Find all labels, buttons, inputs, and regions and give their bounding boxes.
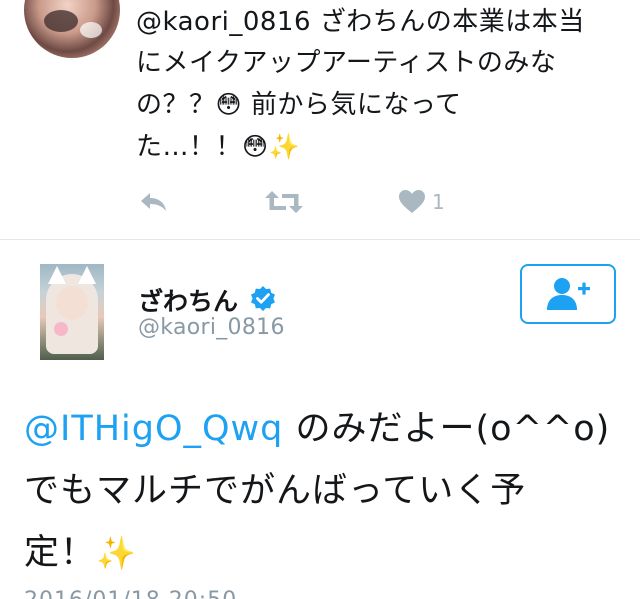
heart-icon bbox=[399, 190, 425, 213]
reply-button[interactable] bbox=[138, 184, 170, 220]
tweet-text: @ITHigO_Qwq のみだよー(o^^o) でもマルチでがんばっていく予 定… bbox=[24, 398, 624, 584]
avatar-detail bbox=[80, 22, 102, 38]
reply-text-line1: @kaori_0816 ざわちんの本業は本当 bbox=[136, 7, 585, 37]
tweet-text-line2: でもマルチでがんばっていく予 bbox=[24, 471, 527, 511]
display-name[interactable]: ざわちん bbox=[138, 282, 238, 318]
flushed-face-emoji: 😳 bbox=[242, 132, 269, 161]
reply-icon bbox=[141, 193, 166, 211]
avatar-detail bbox=[44, 10, 78, 32]
reply-text-line3a: の？？ bbox=[136, 90, 216, 120]
main-tweet: ざわちん @kaori_0816 @ITHigO_Qwq のみだよー(o^^o)… bbox=[0, 240, 640, 599]
user-handle[interactable]: @kaori_0816 bbox=[138, 315, 285, 340]
avatar-detail bbox=[78, 266, 96, 284]
retweet-icon bbox=[265, 191, 303, 213]
reply-text-line3b: 前から気になって bbox=[242, 90, 462, 120]
like-count: 1 bbox=[432, 190, 445, 214]
tweet-timestamp: 2016/01/18 20:50 bbox=[24, 588, 237, 599]
add-user-icon bbox=[547, 278, 590, 310]
sparkles-emoji: ✨ bbox=[268, 132, 301, 161]
tweet-detail-view: @kaori_0816 ざわちんの本業は本当 にメイクアップアーティストのみな … bbox=[0, 0, 640, 599]
avatar-detail bbox=[54, 322, 68, 336]
tweet-text-line1: @ITHigO_Qwq のみだよー(o^^o) bbox=[24, 398, 624, 460]
reply-author-avatar[interactable] bbox=[24, 0, 120, 58]
sparkles-emoji: ✨ bbox=[96, 534, 137, 572]
reply-text-line2: にメイクアップアーティストのみな bbox=[136, 48, 557, 78]
tweet-text-line3: 定！✨ bbox=[24, 522, 624, 584]
user-avatar[interactable] bbox=[40, 264, 104, 360]
like-button[interactable]: 1 bbox=[398, 184, 445, 220]
avatar-detail bbox=[48, 266, 66, 284]
reply-tweet[interactable]: @kaori_0816 ざわちんの本業は本当 にメイクアップアーティストのみな … bbox=[0, 0, 640, 240]
follow-button[interactable] bbox=[520, 264, 616, 324]
tweet-text-part: 定！ bbox=[24, 533, 97, 573]
reply-text-line4: た…！！ bbox=[136, 132, 243, 162]
reply-tweet-text: @kaori_0816 ざわちんの本業は本当 にメイクアップアーティストのみな … bbox=[136, 2, 606, 168]
flushed-face-emoji: 😳 bbox=[215, 90, 243, 119]
avatar-detail bbox=[56, 286, 88, 320]
verified-badge-icon bbox=[251, 286, 275, 311]
reply-actions: 1 bbox=[136, 184, 556, 220]
mention-link[interactable]: @ITHigO_Qwq bbox=[24, 409, 283, 449]
retweet-button[interactable] bbox=[264, 184, 304, 220]
tweet-text-part: のみだよー(o^^o) bbox=[283, 409, 611, 449]
